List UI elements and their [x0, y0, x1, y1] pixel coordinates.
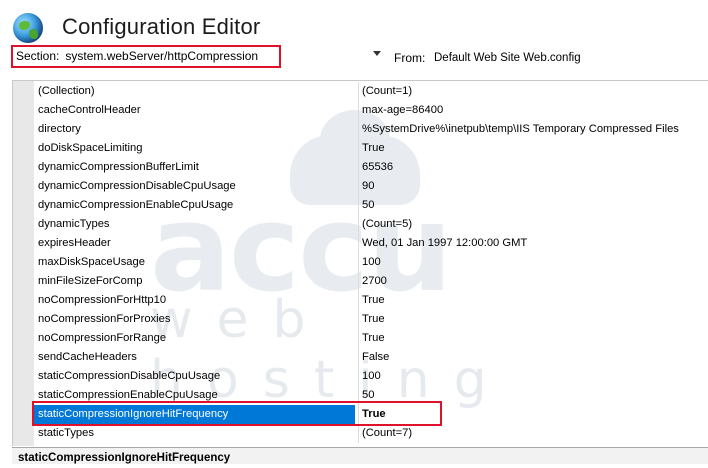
property-name: staticCompressionIgnoreHitFrequency — [34, 405, 355, 424]
page-title: Configuration Editor — [62, 14, 261, 39]
property-row[interactable]: staticTypes (Count=7) — [34, 424, 708, 443]
column-divider — [358, 120, 359, 139]
section-dropdown-arrow-icon[interactable] — [373, 51, 381, 56]
property-value[interactable]: True — [362, 310, 385, 329]
property-value[interactable]: True — [362, 291, 385, 310]
property-grid[interactable]: (Collection) (Count=1) cacheControlHeader m… — [12, 80, 708, 446]
property-row[interactable]: dynamicTypes (Count=5) — [34, 215, 708, 234]
globe-icon — [13, 13, 43, 43]
section-value: system.webServer/httpCompression — [65, 49, 259, 63]
property-name: dynamicCompressionBufferLimit — [38, 161, 199, 173]
property-value[interactable]: True — [362, 329, 385, 348]
column-divider — [358, 253, 359, 272]
status-bar: staticCompressionIgnoreHitFrequency — [12, 447, 708, 464]
property-value[interactable]: False — [362, 348, 389, 367]
property-value[interactable]: 65536 — [362, 158, 393, 177]
property-row[interactable]: dynamicCompressionBufferLimit 65536 — [34, 158, 708, 177]
property-name: noCompressionForProxies — [38, 313, 171, 325]
property-row[interactable]: directory %SystemDrive%\inetpub\temp\IIS … — [34, 120, 708, 139]
property-value[interactable]: (Count=1) — [362, 82, 412, 101]
property-row[interactable]: dynamicCompressionEnableCpuUsage 50 — [34, 196, 708, 215]
property-row[interactable]: staticCompressionIgnoreHitFrequency True — [34, 405, 708, 424]
property-row[interactable]: (Collection) (Count=1) — [34, 82, 708, 101]
property-value[interactable]: True — [362, 139, 385, 158]
property-name: staticCompressionDisableCpuUsage — [38, 370, 221, 382]
from-value[interactable]: Default Web Site Web.config — [434, 52, 581, 64]
column-divider — [358, 82, 359, 101]
header: Configuration Editor Section: system.webS… — [0, 0, 708, 82]
column-divider — [358, 348, 359, 367]
section-label: Section: — [16, 49, 60, 63]
column-divider — [358, 101, 359, 120]
property-row[interactable]: noCompressionForProxies True — [34, 310, 708, 329]
property-name: maxDiskSpaceUsage — [38, 256, 145, 268]
property-name: dynamicTypes — [38, 218, 110, 230]
property-row[interactable]: noCompressionForRange True — [34, 329, 708, 348]
property-row[interactable]: maxDiskSpaceUsage 100 — [34, 253, 708, 272]
column-divider — [358, 310, 359, 329]
property-name: minFileSizeForComp — [38, 275, 143, 287]
column-divider — [358, 158, 359, 177]
property-name: noCompressionForRange — [38, 332, 167, 344]
grid-gutter — [13, 81, 34, 446]
column-divider — [358, 291, 359, 310]
property-row[interactable]: doDiskSpaceLimiting True — [34, 139, 708, 158]
column-divider — [358, 367, 359, 386]
property-row[interactable]: staticCompressionDisableCpuUsage 100 — [34, 367, 708, 386]
column-divider — [358, 196, 359, 215]
column-divider — [358, 272, 359, 291]
property-row[interactable]: cacheControlHeader max-age=86400 — [34, 101, 708, 120]
property-name: dynamicCompressionDisableCpuUsage — [38, 180, 236, 192]
from-label: From: — [394, 51, 426, 65]
column-divider — [358, 139, 359, 158]
property-row[interactable]: minFileSizeForComp 2700 — [34, 272, 708, 291]
property-value[interactable]: (Count=5) — [362, 215, 412, 234]
column-divider — [358, 215, 359, 234]
property-value[interactable]: 2700 — [362, 272, 387, 291]
property-value[interactable]: %SystemDrive%\inetpub\temp\IIS Temporary… — [362, 120, 679, 139]
property-name: expiresHeader — [38, 237, 111, 249]
property-name: staticTypes — [38, 427, 94, 439]
property-row[interactable]: staticCompressionEnableCpuUsage 50 — [34, 386, 708, 405]
column-divider — [358, 329, 359, 348]
property-row[interactable]: dynamicCompressionDisableCpuUsage 90 — [34, 177, 708, 196]
property-value[interactable]: (Count=7) — [362, 424, 412, 443]
column-divider — [358, 424, 359, 443]
property-value[interactable]: 50 — [362, 386, 374, 405]
section-selector[interactable]: Section: system.webServer/httpCompression — [11, 45, 281, 68]
property-value[interactable]: Wed, 01 Jan 1997 12:00:00 GMT — [362, 234, 527, 253]
column-divider — [358, 405, 359, 424]
property-value[interactable]: 100 — [362, 367, 381, 386]
property-value[interactable]: True — [362, 405, 386, 424]
property-name: doDiskSpaceLimiting — [38, 142, 143, 154]
property-value[interactable]: 90 — [362, 177, 374, 196]
column-divider — [358, 177, 359, 196]
property-name: cacheControlHeader — [38, 104, 141, 116]
property-name: sendCacheHeaders — [38, 351, 137, 363]
property-name: staticCompressionEnableCpuUsage — [38, 389, 218, 401]
property-value[interactable]: 100 — [362, 253, 381, 272]
column-divider — [358, 386, 359, 405]
property-row[interactable]: sendCacheHeaders False — [34, 348, 708, 367]
property-value[interactable]: 50 — [362, 196, 374, 215]
column-divider — [358, 234, 359, 253]
property-value[interactable]: max-age=86400 — [362, 101, 443, 120]
property-row[interactable]: noCompressionForHttp10 True — [34, 291, 708, 310]
property-name: noCompressionForHttp10 — [38, 294, 167, 306]
property-name: dynamicCompressionEnableCpuUsage — [38, 199, 234, 211]
property-name: directory — [38, 123, 81, 135]
property-row[interactable]: expiresHeader Wed, 01 Jan 1997 12:00:00 G… — [34, 234, 708, 253]
property-name: (Collection) — [38, 85, 95, 97]
